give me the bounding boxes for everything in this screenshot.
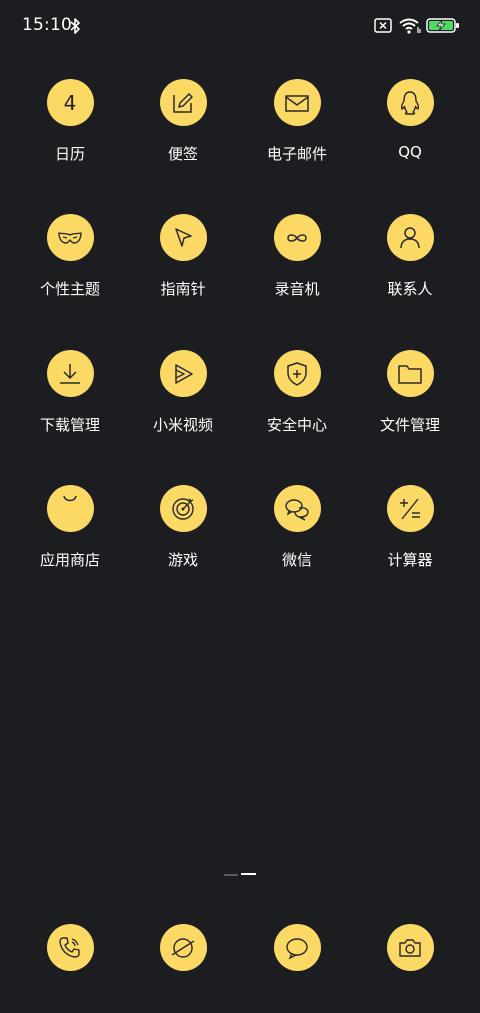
app-label: 录音机 [274,280,320,298]
app-video[interactable]: 小米视频 [126,350,240,460]
app-label: 微信 [281,551,312,569]
app-label: 安全中心 [266,416,327,434]
app-calculator[interactable]: 计算器 [353,485,467,595]
app-themes[interactable]: 个性主题 [13,214,127,324]
compass-pointer-icon [159,214,207,261]
person-icon [386,214,434,261]
dock-camera[interactable] [353,924,467,974]
calendar-icon: 4 [46,79,94,126]
page-dot[interactable] [224,874,238,876]
app-games[interactable]: 游戏 [126,485,240,595]
app-label: 下载管理 [39,416,100,434]
shield-plus-icon [273,350,321,397]
mask-icon [46,214,94,261]
app-contacts[interactable]: 联系人 [353,214,467,324]
app-label: 联系人 [387,280,433,298]
camera-icon [386,924,434,971]
app-wechat[interactable]: 微信 [240,485,354,595]
bluetooth-icon [70,18,80,34]
app-label: 应用商店 [39,551,100,569]
target-icon [159,485,207,532]
app-downloads[interactable]: 下载管理 [13,350,127,460]
app-calendar[interactable]: 4 日历 [13,79,127,189]
app-label: 电子邮件 [266,145,327,163]
app-store[interactable]: 应用商店 [13,485,127,595]
app-label: 个性主题 [39,280,100,298]
app-label: 日历 [54,145,85,163]
qq-penguin-icon [386,79,434,126]
folder-icon [386,350,434,397]
battery-charging-icon [426,18,459,33]
wifi-icon [399,18,421,34]
app-email[interactable]: 电子邮件 [240,79,354,189]
app-notes[interactable]: 便签 [126,79,240,189]
no-sim-icon [374,18,392,33]
dock-messages[interactable] [240,924,354,974]
mail-icon [273,79,321,126]
app-files[interactable]: 文件管理 [353,350,467,460]
app-label: 指南针 [160,280,206,298]
app-label: 便签 [167,145,198,163]
notes-icon [159,79,207,126]
video-play-icon [159,350,207,397]
message-icon [273,924,321,971]
app-label: 计算器 [387,551,433,569]
app-compass[interactable]: 指南针 [126,214,240,324]
app-label: QQ [398,143,422,161]
calculator-icon [386,485,434,532]
dock [0,924,480,974]
shopping-bag-icon [46,485,94,532]
app-label: 小米视频 [152,416,213,434]
dock-browser[interactable] [126,924,240,974]
app-recorder[interactable]: 录音机 [240,214,354,324]
phone-icon [46,924,94,971]
infinity-icon [273,214,321,261]
app-qq[interactable]: QQ [353,79,467,189]
download-icon [46,350,94,397]
app-label: 游戏 [167,551,198,569]
app-label: 文件管理 [379,416,440,434]
dock-phone[interactable] [13,924,127,974]
page-dot-active[interactable] [241,873,256,875]
app-security[interactable]: 安全中心 [240,350,354,460]
status-time: 15:10 [22,15,72,35]
browser-icon [159,924,207,971]
calendar-day: 4 [63,90,77,115]
status-bar: 15:10 [0,0,480,52]
chat-bubbles-icon [273,485,321,532]
page-indicator [224,873,256,876]
